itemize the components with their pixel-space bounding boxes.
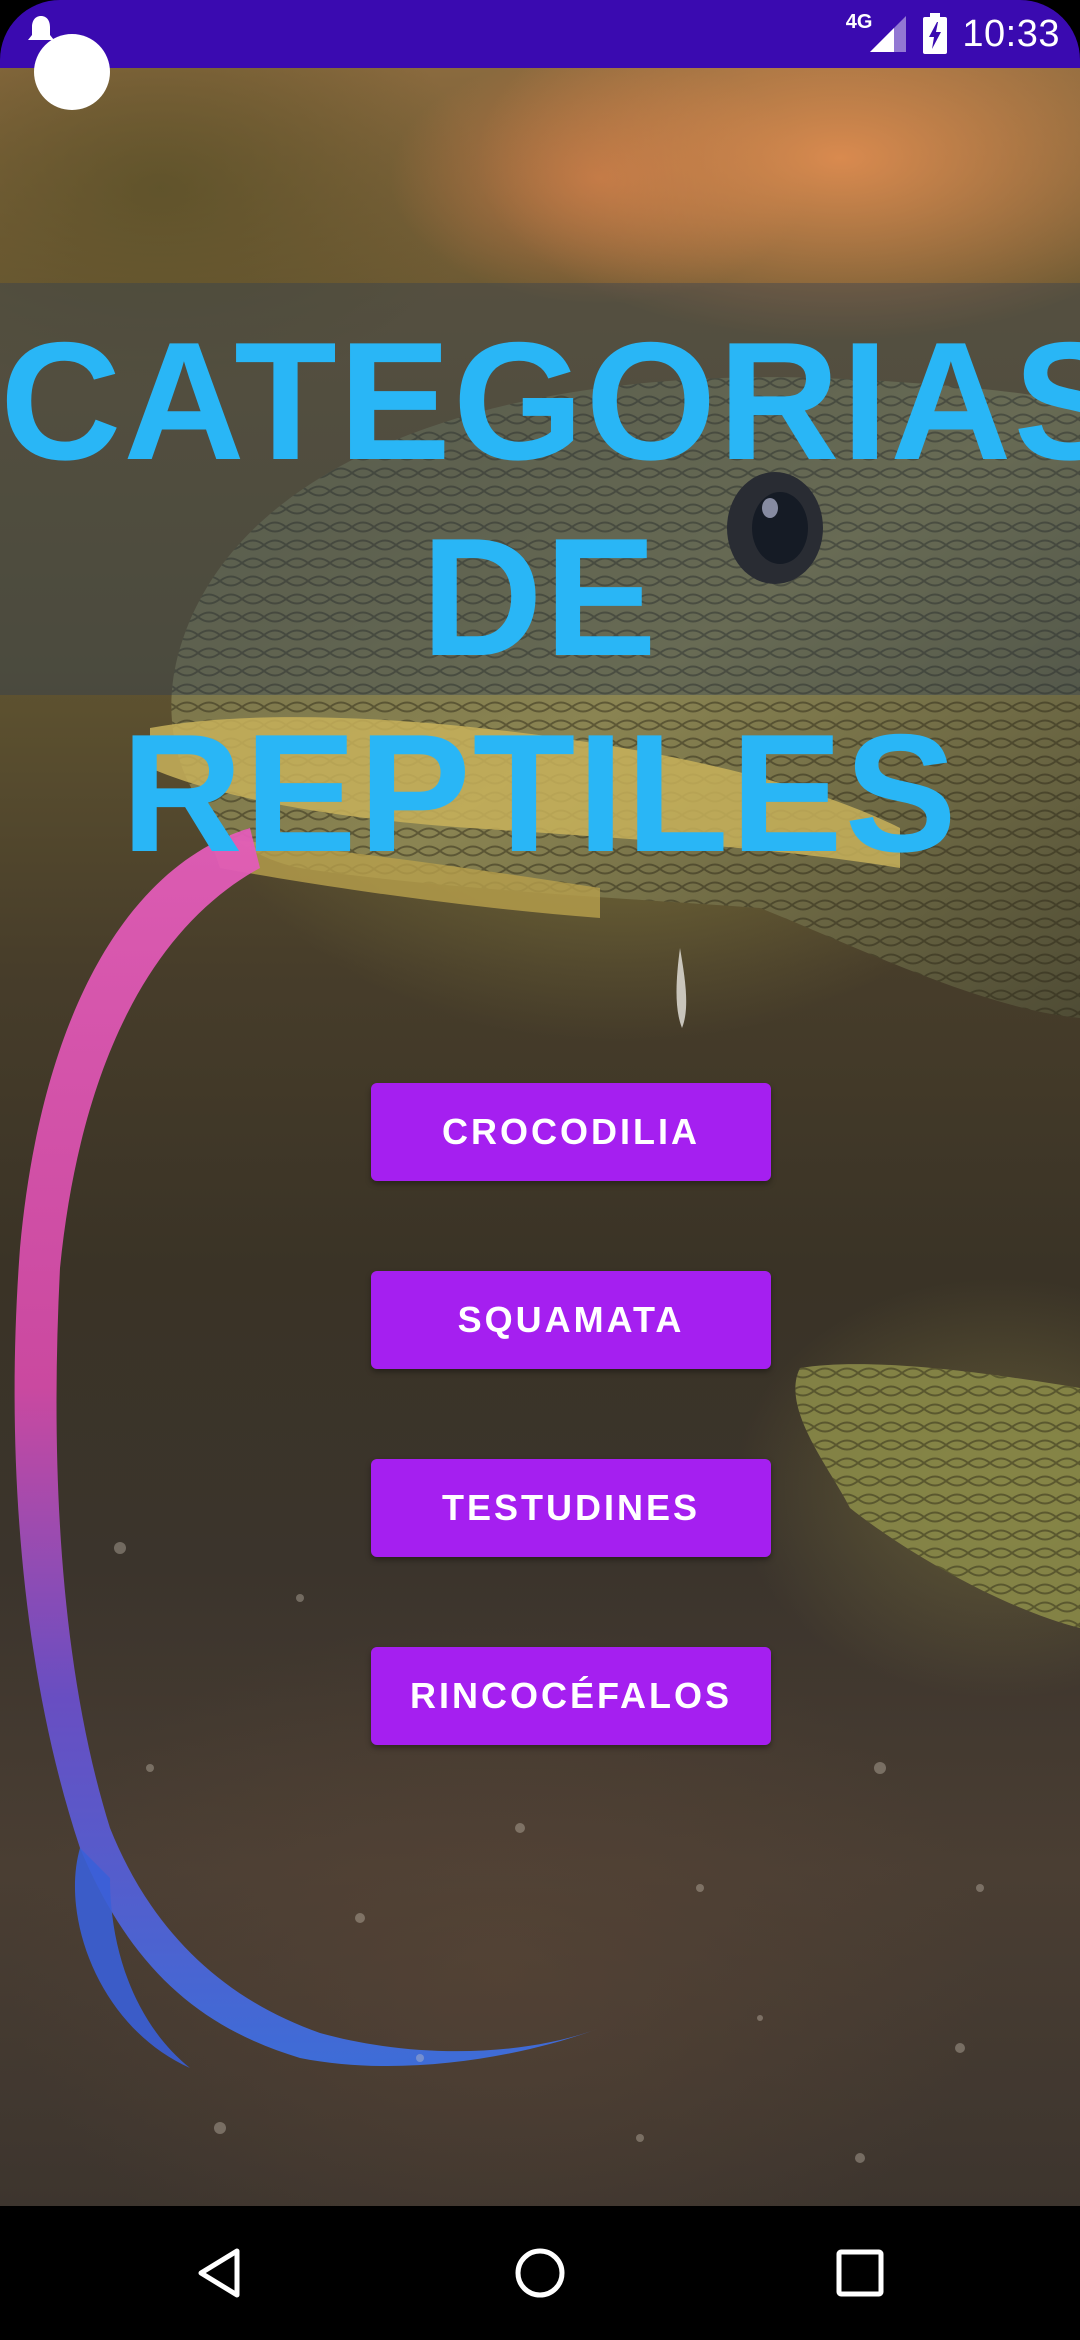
battery-charging-icon [923, 13, 948, 54]
floating-bubble[interactable] [34, 34, 110, 110]
navigation-bar [0, 2206, 1080, 2340]
rincocefalos-button[interactable]: RINCOCÉFALOS [371, 1647, 771, 1745]
cell-signal-icon [870, 16, 907, 52]
status-bar: 4G 10:33 [0, 0, 1080, 68]
recents-button[interactable] [820, 2233, 900, 2313]
recents-square-icon [836, 2249, 884, 2297]
home-circle-icon [515, 2248, 565, 2298]
squamata-button[interactable]: SQUAMATA [371, 1271, 771, 1369]
status-clock: 10:33 [962, 12, 1060, 55]
back-button[interactable] [181, 2233, 261, 2313]
title-line-1: CATEGORIAS [0, 307, 1080, 495]
network-type-label: 4G [845, 10, 873, 33]
testudines-button[interactable]: TESTUDINES [371, 1459, 771, 1557]
crocodilia-button[interactable]: CROCODILIA [371, 1083, 771, 1181]
page-title: CATEGORIAS DE REPTILES [0, 303, 1080, 891]
status-icons: 4G 10:33 [828, 8, 1060, 60]
back-triangle-icon [198, 2248, 240, 2298]
home-button[interactable] [500, 2233, 580, 2313]
title-line-2: DE REPTILES [121, 503, 959, 887]
phone-screen: 4G 10:33 CATEGORIAS DE REPTILES CROCODIL… [0, 0, 1080, 2340]
main-content: CATEGORIAS DE REPTILES CROCODILIA SQUAMA… [0, 68, 1080, 2206]
